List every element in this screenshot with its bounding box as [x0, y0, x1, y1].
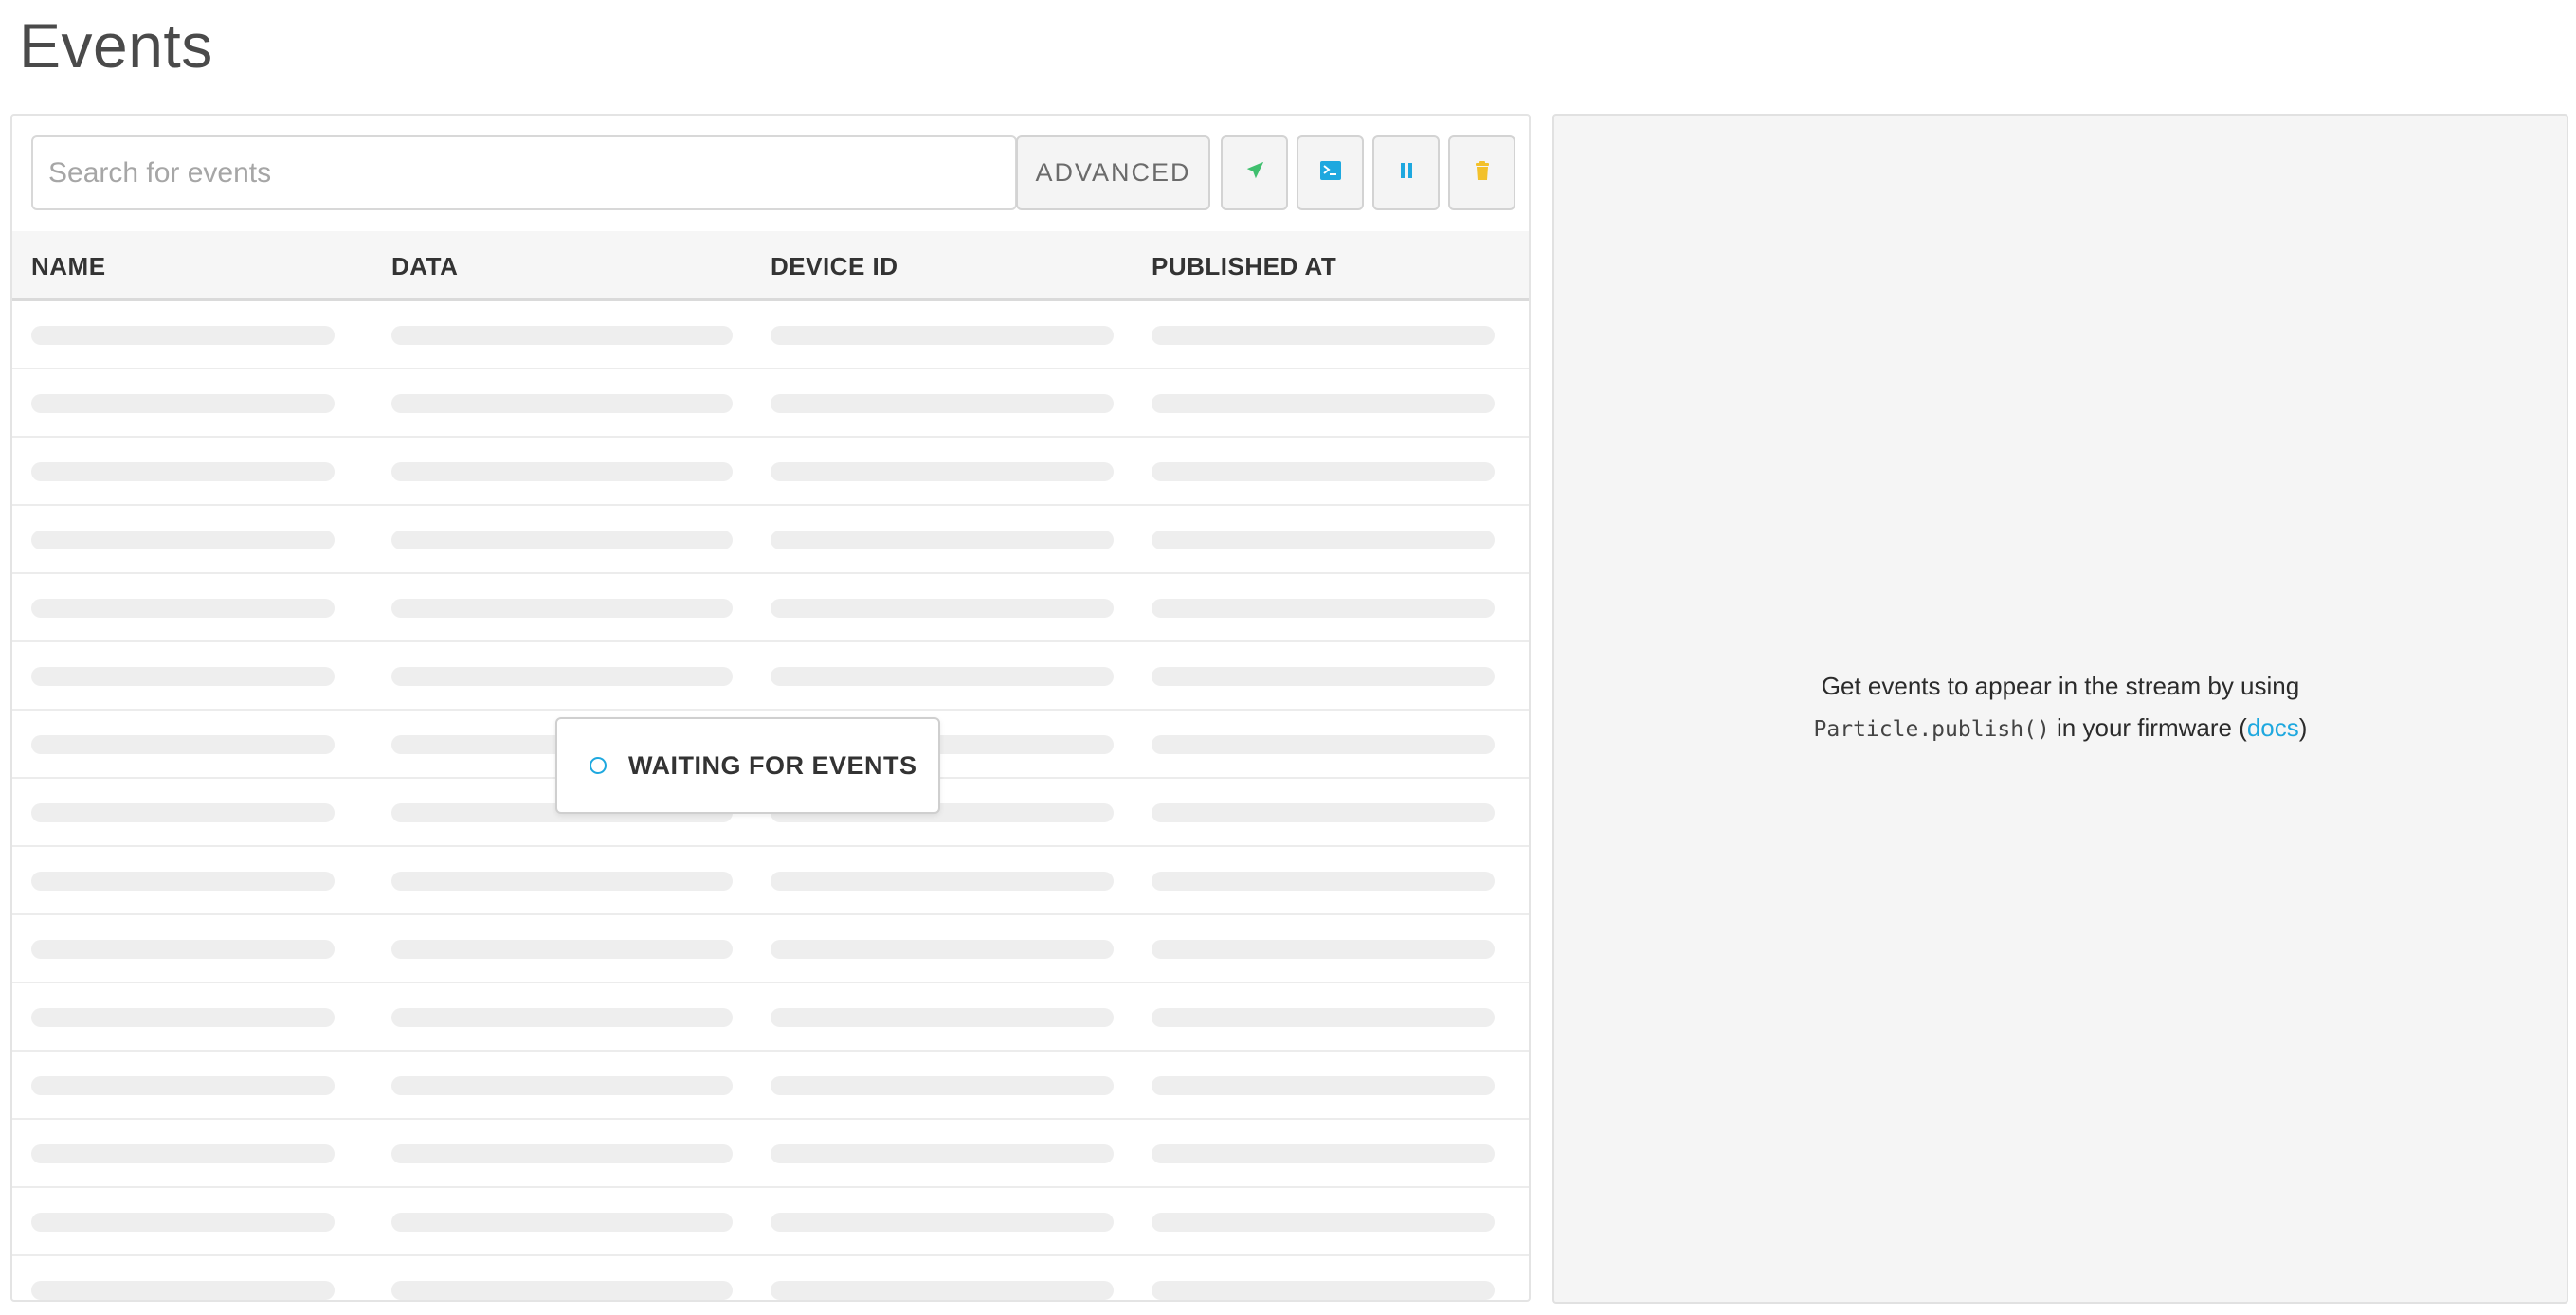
skeleton-placeholder [771, 1144, 1114, 1163]
skeleton-placeholder [391, 531, 733, 549]
column-header-published-at[interactable]: PUBLISHED AT [1152, 231, 1336, 298]
skeleton-placeholder [31, 1213, 335, 1232]
table-row [12, 369, 1529, 438]
skeleton-placeholder [391, 326, 733, 345]
skeleton-placeholder [771, 1281, 1114, 1300]
skeleton-placeholder [31, 531, 335, 549]
table-row [12, 438, 1529, 506]
skeleton-placeholder [31, 1144, 335, 1163]
skeleton-placeholder [1152, 462, 1495, 481]
skeleton-placeholder [771, 940, 1114, 959]
table-row [12, 574, 1529, 642]
skeleton-placeholder [391, 1076, 733, 1095]
docs-link[interactable]: docs [2247, 713, 2299, 742]
table-header: NAME DATA DEVICE ID PUBLISHED AT [12, 231, 1529, 301]
clear-events-button[interactable] [1448, 135, 1515, 210]
skeleton-placeholder [1152, 667, 1495, 686]
skeleton-placeholder [771, 599, 1114, 618]
skeleton-placeholder [31, 872, 335, 891]
skeleton-placeholder [31, 326, 335, 345]
event-detail-panel: Get events to appear in the stream by us… [1552, 114, 2568, 1304]
skeleton-placeholder [1152, 1281, 1495, 1300]
skeleton-placeholder [771, 394, 1114, 413]
table-row [12, 642, 1529, 711]
skeleton-placeholder [1152, 394, 1495, 413]
skeleton-placeholder [31, 599, 335, 618]
skeleton-placeholder [771, 462, 1114, 481]
empty-state-message: Get events to appear in the stream by us… [1554, 665, 2567, 750]
skeleton-placeholder [391, 1144, 733, 1163]
skeleton-placeholder [771, 1008, 1114, 1027]
skeleton-placeholder [771, 1076, 1114, 1095]
pause-icon [1399, 161, 1414, 185]
terminal-icon [1319, 160, 1342, 186]
skeleton-placeholder [1152, 803, 1495, 822]
table-row [12, 506, 1529, 574]
search-input[interactable] [31, 135, 1017, 210]
table-row [12, 301, 1529, 369]
skeleton-placeholder [1152, 531, 1495, 549]
table-row [12, 983, 1529, 1052]
info-line-1: Get events to appear in the stream by us… [1821, 672, 2300, 700]
waiting-status: WAITING FOR EVENTS [555, 717, 940, 814]
skeleton-placeholder [771, 326, 1114, 345]
skeleton-placeholder [771, 872, 1114, 891]
skeleton-placeholder [31, 1008, 335, 1027]
skeleton-placeholder [771, 667, 1114, 686]
skeleton-placeholder [391, 1281, 733, 1300]
table-row [12, 1120, 1529, 1188]
publish-event-button[interactable] [1221, 135, 1288, 210]
trash-icon [1474, 160, 1491, 186]
skeleton-placeholder [31, 735, 335, 754]
column-header-name[interactable]: NAME [31, 231, 106, 298]
skeleton-placeholder [1152, 735, 1495, 754]
code-snippet: Particle.publish() [1813, 717, 2050, 742]
skeleton-placeholder [31, 1281, 335, 1300]
skeleton-placeholder [31, 667, 335, 686]
terminal-button[interactable] [1297, 135, 1364, 210]
skeleton-placeholder [31, 940, 335, 959]
skeleton-placeholder [1152, 1076, 1495, 1095]
spinner-icon [590, 757, 607, 774]
skeleton-placeholder [1152, 940, 1495, 959]
column-header-data[interactable]: DATA [391, 231, 458, 298]
table-row [12, 1188, 1529, 1256]
info-line-2: Particle.publish() in your firmware (doc… [1554, 707, 2567, 750]
skeleton-placeholder [391, 1008, 733, 1027]
events-toolbar: ADVANCED [12, 116, 1529, 231]
skeleton-placeholder [391, 872, 733, 891]
waiting-label: WAITING FOR EVENTS [628, 750, 917, 780]
skeleton-placeholder [391, 394, 733, 413]
skeleton-placeholder [391, 667, 733, 686]
column-header-device-id[interactable]: DEVICE ID [771, 231, 898, 298]
skeleton-placeholder [1152, 872, 1495, 891]
skeleton-placeholder [1152, 1144, 1495, 1163]
table-row [12, 915, 1529, 983]
skeleton-placeholder [771, 1213, 1114, 1232]
advanced-button[interactable]: ADVANCED [1016, 135, 1210, 210]
info-middle-text: in your firmware ( [2049, 713, 2247, 742]
skeleton-placeholder [31, 394, 335, 413]
skeleton-placeholder [1152, 326, 1495, 345]
skeleton-placeholder [391, 1213, 733, 1232]
skeleton-placeholder [1152, 599, 1495, 618]
paper-plane-icon [1244, 160, 1265, 186]
skeleton-placeholder [31, 803, 335, 822]
skeleton-placeholder [31, 462, 335, 481]
skeleton-placeholder [391, 940, 733, 959]
skeleton-placeholder [1152, 1008, 1495, 1027]
table-row [12, 847, 1529, 915]
info-end-text: ) [2298, 713, 2308, 742]
skeleton-placeholder [1152, 1213, 1495, 1232]
table-row [12, 1052, 1529, 1120]
events-panel: ADVANCED [10, 114, 1531, 1302]
pause-button[interactable] [1372, 135, 1440, 210]
skeleton-placeholder [771, 531, 1114, 549]
table-row [12, 1256, 1529, 1300]
page-title: Events [19, 10, 213, 81]
skeleton-placeholder [391, 599, 733, 618]
skeleton-placeholder [31, 1076, 335, 1095]
skeleton-placeholder [391, 462, 733, 481]
